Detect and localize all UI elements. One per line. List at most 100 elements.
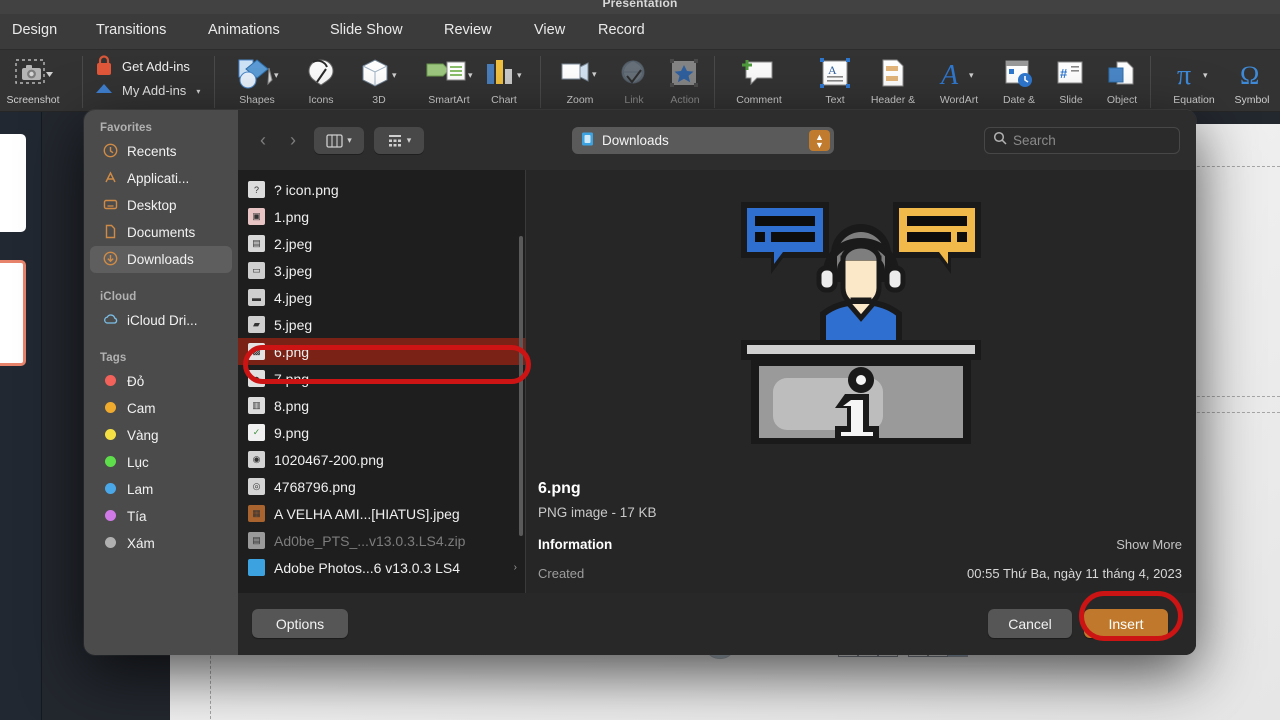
- image-file-icon: ▦: [248, 505, 265, 522]
- ribbon-label-comment: Comment: [736, 94, 782, 106]
- stepper-icon[interactable]: ▲ ▼: [809, 130, 830, 151]
- document-icon: [102, 224, 119, 242]
- sidebar-item-tag-luc[interactable]: Lục: [90, 449, 232, 476]
- ribbon-label-get-add-ins: Get Add-ins: [122, 61, 190, 73]
- image-file-icon: ▣: [248, 208, 265, 225]
- object-icon: [1094, 54, 1150, 94]
- ribbon-button-object[interactable]: Object: [1094, 54, 1150, 106]
- file-name: 8.png: [274, 397, 310, 414]
- chevron-right-icon[interactable]: ›: [514, 562, 525, 573]
- cancel-button[interactable]: Cancel: [988, 609, 1072, 638]
- ribbon-button-symbol[interactable]: Ω Symbol: [1224, 54, 1280, 106]
- preview-created-value: 00:55 Thứ Ba, ngày 11 tháng 4, 2023: [967, 566, 1182, 581]
- ribbon-button-wordart[interactable]: A ▾ WordArt: [924, 54, 994, 106]
- list-item[interactable]: ✓ 9.png: [238, 419, 525, 446]
- sidebar-item-documents[interactable]: Documents: [90, 219, 232, 246]
- ribbon-button-date-time[interactable]: Date &: [990, 54, 1048, 106]
- show-more-link[interactable]: Show More: [1116, 537, 1182, 552]
- file-list-scrollbar[interactable]: [519, 236, 523, 536]
- tab-view[interactable]: View: [534, 22, 565, 38]
- list-item[interactable]: ◎ 4768796.png: [238, 473, 525, 500]
- svg-text:A: A: [828, 63, 837, 77]
- path-popup-button[interactable]: Downloads ▲ ▼: [572, 127, 834, 154]
- list-item[interactable]: ▰ 5.jpeg: [238, 311, 525, 338]
- list-item[interactable]: ? ? icon.png: [238, 176, 525, 203]
- sidebar-item-recents[interactable]: Recents: [90, 138, 232, 165]
- ribbon-button-get-add-ins[interactable]: Get Add-ins My Add-ins ▾: [90, 54, 220, 102]
- slide-thumbnail-1[interactable]: [0, 134, 26, 232]
- ribbon-button-link[interactable]: Link: [608, 54, 660, 106]
- sidebar-label-downloads: Downloads: [127, 252, 194, 267]
- slide-thumbnail-pane[interactable]: [0, 112, 42, 720]
- sidebar-item-downloads[interactable]: Downloads: [90, 246, 232, 273]
- tab-design[interactable]: Design: [12, 22, 57, 38]
- ribbon-button-chart[interactable]: ▾ Chart: [470, 54, 538, 106]
- svg-text:Ω: Ω: [1240, 61, 1259, 90]
- tab-slide-show[interactable]: Slide Show: [330, 22, 403, 38]
- ribbon-label-slide-number: Slide: [1059, 94, 1083, 106]
- globe-link-icon: [608, 54, 660, 94]
- sidebar-item-icloud-drive[interactable]: iCloud Dri...: [90, 307, 232, 334]
- icons-icon: [292, 54, 350, 94]
- list-item[interactable]: ▬ 4.jpeg: [238, 284, 525, 311]
- image-file-icon: ✓: [248, 424, 265, 441]
- tab-review[interactable]: Review: [444, 22, 492, 38]
- chevron-left-icon[interactable]: ‹: [250, 127, 276, 154]
- image-file-icon: ▭: [248, 262, 265, 279]
- list-item[interactable]: ◉ 1020467-200.png: [238, 446, 525, 473]
- tab-transitions[interactable]: Transitions: [96, 22, 166, 38]
- search-field[interactable]: Search: [984, 127, 1180, 154]
- sidebar-header-tags: Tags: [100, 352, 127, 364]
- list-item[interactable]: ▣ 1.png: [238, 203, 525, 230]
- sidebar-item-applications[interactable]: Applicati...: [90, 165, 232, 192]
- chevron-down-icon[interactable]: ▾: [196, 87, 200, 96]
- ribbon-button-slide-number[interactable]: # Slide: [1044, 54, 1098, 106]
- file-list[interactable]: ? ? icon.png ▣ 1.png ▤ 2.jpeg ▭ 3.jpeg ▬: [238, 170, 526, 593]
- sidebar-label-desktop: Desktop: [127, 198, 177, 213]
- list-item-disabled[interactable]: ▤ Ad0be_PTS_...v13.0.3.LS4.zip: [238, 527, 525, 554]
- ribbon-button-screenshot[interactable]: Screenshot: [0, 54, 66, 106]
- sidebar-item-tag-do[interactable]: Đỏ: [90, 368, 232, 395]
- chevron-right-icon[interactable]: ›: [280, 127, 306, 154]
- list-item[interactable]: ▤ 2.jpeg: [238, 230, 525, 257]
- ribbon-button-comment[interactable]: Comment: [722, 54, 796, 106]
- zip-file-icon: ▤: [248, 532, 265, 549]
- dialog-toolbar: ‹ › ▾ ▾ Downloads ▲ ▼ Search: [238, 110, 1196, 170]
- ribbon-button-3d[interactable]: ▾ 3D: [348, 54, 410, 106]
- ribbon-button-equation[interactable]: π ▾ Equation: [1158, 54, 1230, 106]
- tab-animations[interactable]: Animations: [208, 22, 280, 38]
- sidebar-item-tag-tia[interactable]: Tía: [90, 503, 232, 530]
- insert-picture-dialog: Favorites Recents Applicati... Desktop D…: [84, 110, 1196, 655]
- insert-button[interactable]: Insert: [1084, 609, 1168, 638]
- sidebar-item-tag-xam[interactable]: Xám: [90, 530, 232, 557]
- group-by-button[interactable]: ▾: [374, 127, 424, 154]
- list-item[interactable]: ▭ 3.jpeg: [238, 257, 525, 284]
- sidebar-item-tag-vang[interactable]: Vàng: [90, 422, 232, 449]
- slide-thumbnail-2[interactable]: [0, 260, 26, 366]
- ribbon-label-my-add-ins: My Add-ins: [122, 85, 187, 97]
- sidebar-item-desktop[interactable]: Desktop: [90, 192, 232, 219]
- ribbon-button-zoom[interactable]: ▾ Zoom: [548, 54, 612, 106]
- list-item[interactable]: ☻ 7.png: [238, 365, 525, 392]
- ribbon-button-header-footer[interactable]: Header &: [862, 54, 924, 106]
- options-button[interactable]: Options: [252, 609, 348, 638]
- ribbon-separator: [82, 56, 83, 108]
- zoom-icon: ▾: [548, 54, 612, 94]
- view-mode-button[interactable]: ▾: [314, 127, 364, 154]
- tab-record[interactable]: Record: [598, 22, 645, 38]
- ribbon-button-shapes[interactable]: ▾ Shapes: [222, 54, 292, 106]
- svg-text:A: A: [939, 60, 959, 91]
- list-item[interactable]: Adobe Photos...6 v13.0.3 LS4 ›: [238, 554, 525, 581]
- ribbon-button-icons[interactable]: Icons: [292, 54, 350, 106]
- sidebar-item-tag-cam[interactable]: Cam: [90, 395, 232, 422]
- list-item[interactable]: ▥ 8.png: [238, 392, 525, 419]
- sidebar-item-tag-lam[interactable]: Lam: [90, 476, 232, 503]
- tag-dot-icon: [102, 509, 119, 524]
- list-item-selected[interactable]: ▩ 6.png: [238, 338, 525, 365]
- comment-icon: [722, 54, 796, 94]
- ribbon-button-text[interactable]: A Text: [806, 54, 864, 106]
- path-popup-label: Downloads: [602, 133, 669, 148]
- list-item[interactable]: ▦ A VELHA AMI...[HIATUS].jpeg: [238, 500, 525, 527]
- file-name: 7.png: [274, 370, 310, 387]
- ribbon-button-action[interactable]: Action: [658, 54, 712, 106]
